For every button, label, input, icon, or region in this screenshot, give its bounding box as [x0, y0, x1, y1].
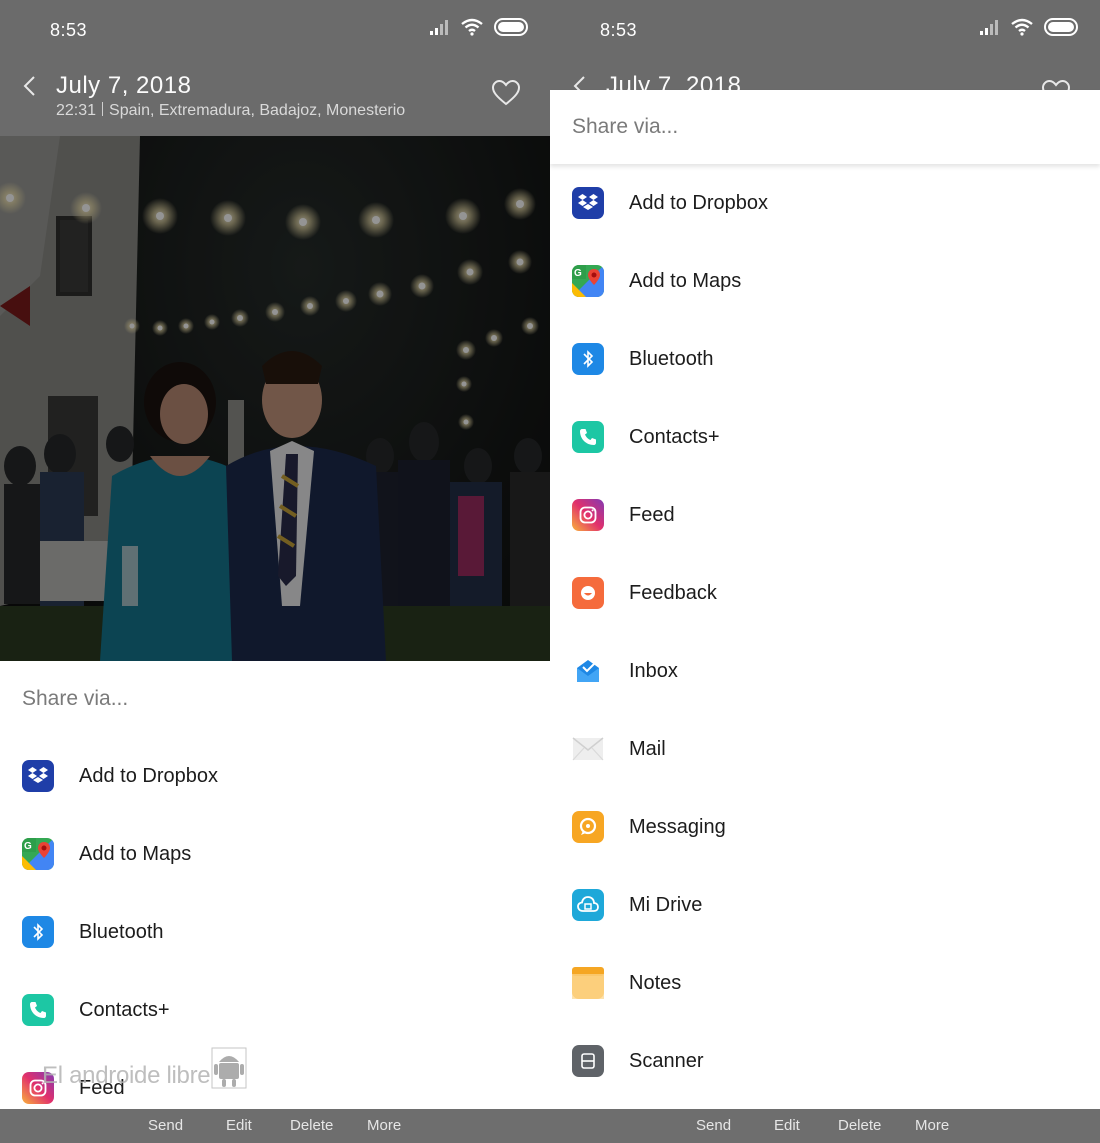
wifi-icon [1011, 18, 1033, 36]
status-time: 8:53 [600, 20, 638, 40]
dropbox-icon [22, 760, 54, 792]
share-item-label: Feedback [629, 581, 717, 604]
share-item-messaging[interactable]: Messaging [550, 788, 1100, 866]
heart-icon[interactable] [492, 80, 520, 106]
share-item-label: Notes [629, 971, 682, 994]
signal-icon [430, 20, 448, 35]
share-item-label: Add to Maps [79, 842, 192, 865]
send-button[interactable]: Send [696, 1117, 731, 1134]
share-item-label: Scanner [629, 1049, 704, 1072]
svg-text:G: G [574, 268, 582, 279]
share-item-mi-drive[interactable]: Mi Drive [550, 866, 1100, 944]
signal-icon [980, 20, 998, 35]
share-item-label: Bluetooth [79, 920, 164, 943]
inbox-icon [572, 655, 604, 687]
share-item-bluetooth[interactable]: Bluetooth [0, 893, 550, 971]
share-item-label: Contacts+ [629, 425, 720, 448]
photo [0, 136, 550, 661]
bottom-action-bar: Send Edit Delete More [0, 1109, 550, 1143]
share-item-bluetooth[interactable]: Bluetooth [550, 320, 1100, 398]
status-bar: 8:53 [0, 0, 550, 60]
share-item-label: Add to Maps [629, 269, 742, 292]
share-item-label: Feed [629, 503, 675, 526]
page-title: July 7, 2018 [56, 72, 192, 99]
share-item-feed[interactable]: Feed [550, 476, 1100, 554]
share-sheet-title: Share via... [22, 687, 129, 710]
phone-icon [22, 994, 54, 1026]
share-item-mail[interactable]: Mail [550, 710, 1100, 788]
right-screen: 8:53 July 7, 2018 Share via... Add to Dr… [550, 0, 1100, 1143]
delete-button[interactable]: Delete [290, 1117, 333, 1134]
watermark-text: El androide libre [42, 1062, 211, 1089]
dropbox-icon [572, 187, 604, 219]
battery-icon [494, 18, 528, 36]
bluetooth-icon [22, 916, 54, 948]
watermark: El androide libre [42, 1046, 248, 1090]
share-sheet-title: Share via... [550, 90, 1100, 164]
share-item-label: Inbox [629, 659, 678, 682]
share-item-contacts[interactable]: Contacts+ [0, 971, 550, 1049]
messaging-icon [572, 811, 604, 843]
send-button[interactable]: Send [148, 1117, 183, 1134]
back-arrow-icon[interactable] [20, 74, 40, 98]
share-item-maps[interactable]: G Add to Maps [0, 815, 550, 893]
photo-time: 22:31 [56, 102, 97, 119]
scanner-icon [572, 1045, 604, 1077]
photo-image [0, 136, 550, 661]
bottom-action-bar: Send Edit Delete More [550, 1109, 1100, 1143]
notes-icon [572, 967, 604, 999]
edit-button[interactable]: Edit [774, 1117, 800, 1134]
share-item-label: Add to Dropbox [629, 191, 768, 214]
share-item-label: Mail [629, 737, 666, 760]
share-item-label: Add to Dropbox [79, 764, 218, 787]
status-bar: 8:53 [550, 0, 1100, 60]
edit-button[interactable]: Edit [226, 1117, 252, 1134]
more-button[interactable]: More [367, 1117, 401, 1134]
share-sheet: Share via... Add to Dropbox G Add to Map… [0, 661, 550, 1109]
share-sheet: Share via... Add to Dropbox G Add to Map… [550, 90, 1100, 1109]
share-item-label: Contacts+ [79, 998, 170, 1021]
maps-icon: G [572, 265, 604, 297]
more-button[interactable]: More [915, 1117, 949, 1134]
battery-icon [1044, 18, 1078, 36]
bluetooth-icon [572, 343, 604, 375]
mail-icon [572, 733, 604, 765]
phone-icon [572, 421, 604, 453]
share-item-dropbox[interactable]: Add to Dropbox [0, 737, 550, 815]
share-item-maps[interactable]: G Add to Maps [550, 242, 1100, 320]
wifi-icon [461, 18, 483, 36]
photo-location: Spain, Extremadura, Badajoz, Monesterio [109, 102, 406, 119]
maps-icon: G [22, 838, 54, 870]
share-item-label: Mi Drive [629, 893, 703, 916]
photo-details: 22:31 Spain, Extremadura, Badajoz, Monest… [56, 102, 405, 120]
share-item-notes[interactable]: Notes [550, 944, 1100, 1022]
share-item-dropbox[interactable]: Add to Dropbox [550, 164, 1100, 242]
svg-text:G: G [24, 841, 32, 852]
share-item-inbox[interactable]: Inbox [550, 632, 1100, 710]
share-item-label: Bluetooth [629, 347, 714, 370]
android-logo-icon [211, 1047, 247, 1089]
share-item-contacts[interactable]: Contacts+ [550, 398, 1100, 476]
share-item-label: Messaging [629, 815, 726, 838]
cloud-icon [572, 889, 604, 921]
feedback-icon [572, 577, 604, 609]
share-list: Add to Dropbox G Add to Maps Bluetooth C… [550, 164, 1100, 1100]
app-bar: July 7, 2018 22:31 Spain, Extremadura, Ba… [0, 60, 550, 136]
share-item-scanner[interactable]: Scanner [550, 1022, 1100, 1100]
share-item-feedback[interactable]: Feedback [550, 554, 1100, 632]
left-screen: 8:53 July 7, 2018 22:31 Spain, Extremadu… [0, 0, 550, 1143]
instagram-icon [572, 499, 604, 531]
status-time: 8:53 [50, 20, 88, 40]
delete-button[interactable]: Delete [838, 1117, 881, 1134]
